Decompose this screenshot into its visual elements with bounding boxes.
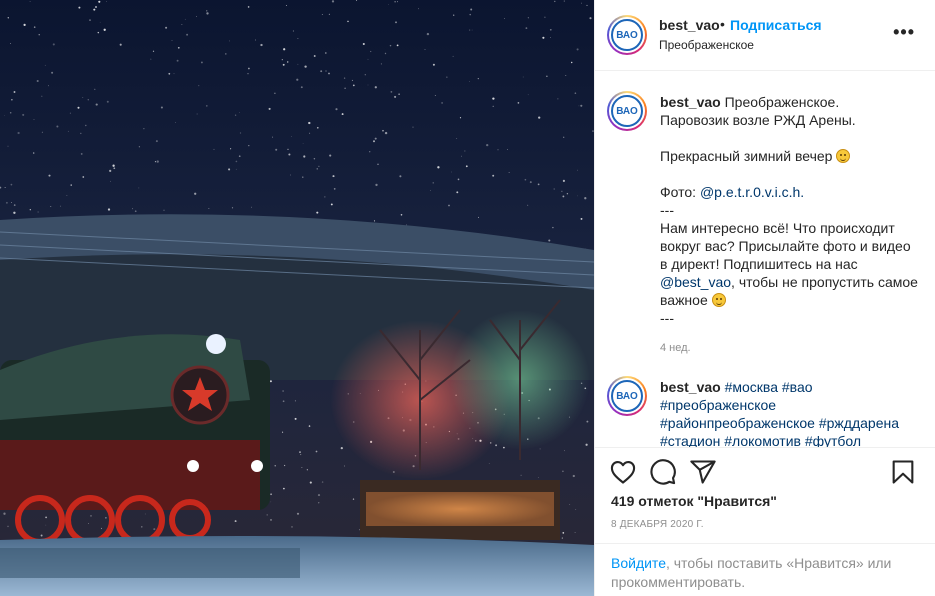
caption-dashes-1: ---	[660, 202, 674, 218]
comment-username[interactable]: best_vao	[660, 379, 721, 395]
caption-body1: Нам интересно всё! Что происходит вокруг…	[660, 220, 911, 272]
caption-line1: Преображенское.	[724, 94, 840, 110]
bookmark-icon[interactable]	[889, 458, 917, 486]
more-options-icon[interactable]: •••	[893, 22, 915, 43]
avatar[interactable]: ВАО	[607, 15, 647, 55]
photo-prefix: Фото:	[660, 184, 700, 200]
photographer-link[interactable]: @p.e.t.r.0.v.i.c.h.	[700, 184, 804, 200]
caption-username[interactable]: best_vao	[660, 94, 721, 110]
post-header: ВАО best_vao • Подписаться Преображенско…	[595, 0, 935, 71]
caption-line3: Прекрасный зимний вечер	[660, 148, 833, 164]
likes-count[interactable]: 419 отметок "Нравится"	[611, 493, 777, 509]
caption-dashes-2: ---	[660, 310, 674, 326]
caption-avatar[interactable]: ВАО	[607, 91, 647, 131]
smile-emoji-icon	[711, 293, 726, 307]
post-date[interactable]: 8 ДЕКАБРЯ 2020 Г.	[611, 519, 704, 530]
caption-line2: Паровозик возле РЖД Арены.	[660, 112, 856, 128]
login-prompt: Войдите, чтобы поставить «Нравится» или …	[595, 543, 935, 596]
separator-dot: •	[720, 16, 725, 32]
comment-avatar-logo: ВАО	[611, 380, 643, 412]
login-link[interactable]: Войдите	[611, 555, 666, 571]
location-link[interactable]: Преображенское	[659, 38, 754, 52]
hashtags-4[interactable]: #стадион #локомотив #футбол	[660, 432, 920, 447]
caption-avatar-logo: ВАО	[611, 95, 643, 127]
photo-scene	[0, 0, 594, 596]
share-icon[interactable]	[689, 458, 717, 486]
mention-link[interactable]: @best_vao	[660, 274, 731, 290]
comment-icon[interactable]	[649, 458, 677, 486]
comment-text: best_vao #москва #вао #преображенское #р…	[660, 378, 920, 447]
heart-icon[interactable]	[609, 458, 637, 486]
grin-emoji-icon	[836, 149, 851, 163]
username-link[interactable]: best_vao	[659, 17, 720, 33]
comment-avatar[interactable]: ВАО	[607, 376, 647, 416]
caption-text: best_vao Преображенское. Паровозик возле…	[660, 93, 920, 357]
hashtags-2[interactable]: #преображенское	[660, 396, 920, 414]
comments-area[interactable]: ВАО best_vao Преображенское. Паровозик в…	[595, 71, 935, 447]
actions-bar: 419 отметок "Нравится" 8 ДЕКАБРЯ 2020 Г.	[595, 447, 935, 543]
hashtags-1[interactable]: #москва #вао	[725, 379, 813, 395]
avatar-logo: ВАО	[611, 19, 643, 51]
post-panel: ВАО best_vao • Подписаться Преображенско…	[594, 0, 935, 596]
follow-button[interactable]: Подписаться	[730, 17, 822, 33]
caption-time[interactable]: 4 нед.	[660, 339, 920, 357]
hashtags-3[interactable]: #районпреображенское #ржддарена	[660, 414, 920, 432]
post-photo[interactable]	[0, 0, 594, 596]
